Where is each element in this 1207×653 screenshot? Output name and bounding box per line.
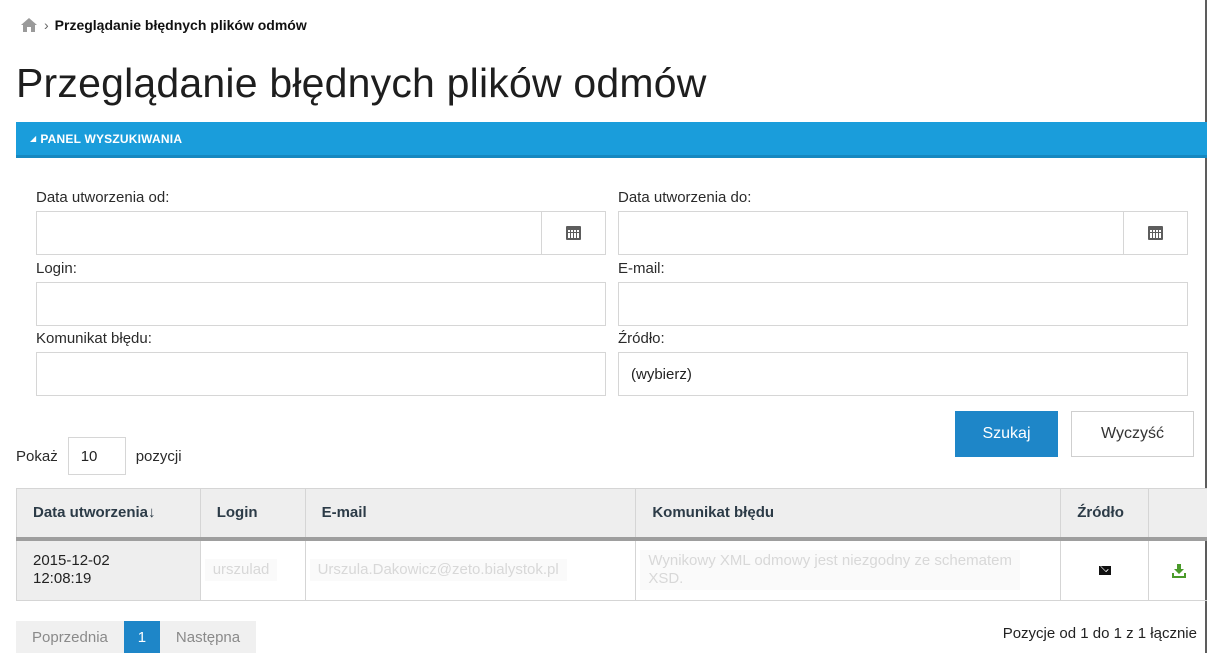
- cell-email: Urszula.Dakowicz@zeto.bialystok.pl: [304, 538, 637, 601]
- date-from-input[interactable]: [36, 211, 606, 255]
- source-select[interactable]: (wybierz): [618, 352, 1188, 396]
- column-header-login[interactable]: Login: [199, 488, 306, 541]
- page-size-suffix: pozycji: [135, 447, 182, 465]
- cell-login-value: urszulad: [204, 559, 278, 582]
- cell-login: urszulad: [199, 538, 306, 601]
- page-1-button[interactable]: 1: [123, 621, 160, 653]
- download-icon[interactable]: [1171, 563, 1187, 579]
- cell-source: [1060, 538, 1150, 601]
- calendar-icon: [1148, 226, 1163, 240]
- page-size-input[interactable]: 10: [67, 437, 126, 475]
- error-message-input[interactable]: [36, 352, 606, 396]
- date-to-label: Data utworzenia do:: [618, 189, 752, 206]
- column-header-source[interactable]: Źródło: [1060, 488, 1150, 541]
- email-label: E-mail:: [618, 260, 665, 277]
- search-button[interactable]: Szukaj: [955, 411, 1058, 457]
- cell-action: [1148, 538, 1207, 601]
- page-title: Przeglądanie błędnych plików odmów: [16, 60, 707, 106]
- page-size-prefix: Pokaż: [16, 447, 58, 465]
- column-header-date[interactable]: Data utworzenia↓: [16, 488, 201, 541]
- error-message-label: Komunikat błędu:: [36, 330, 152, 347]
- source-label: Źródło:: [618, 330, 665, 347]
- source-select-value: (wybierz): [631, 365, 692, 383]
- cell-error: Wynikowy XML odmowy jest niezgodny ze sc…: [635, 538, 1062, 601]
- chevron-right-icon: ›: [44, 17, 49, 33]
- pagination-info: Pozycje od 1 do 1 z 1 łącznie: [1002, 625, 1197, 642]
- breadcrumb-current: Przeglądanie błędnych plików odmów: [54, 17, 307, 33]
- date-from-label: Data utworzenia od:: [36, 189, 170, 206]
- login-input[interactable]: [36, 282, 606, 326]
- breadcrumb: › Przeglądanie błędnych plików odmów: [20, 14, 307, 36]
- mail-icon: [1098, 566, 1111, 576]
- calendar-icon: [566, 226, 581, 240]
- results-table: Data utworzenia↓ Login E-mail Komunikat …: [16, 488, 1207, 601]
- table-row[interactable]: 2015-12-02 12:08:19 urszulad Urszula.Dak…: [16, 538, 1207, 601]
- clear-button[interactable]: Wyczyść: [1071, 411, 1194, 457]
- table-header-row: Data utworzenia↓ Login E-mail Komunikat …: [16, 488, 1207, 541]
- prev-page-button[interactable]: Poprzednia: [16, 621, 124, 653]
- cell-date-day: 2015-12-02: [33, 552, 110, 570]
- date-to-input[interactable]: [618, 211, 1188, 255]
- date-from-calendar-button[interactable]: [541, 212, 605, 254]
- cell-date: 2015-12-02 12:08:19: [16, 538, 201, 601]
- page-size-control: Pokaż 10 pozycji: [16, 437, 182, 475]
- column-header-error[interactable]: Komunikat błędu: [635, 488, 1062, 541]
- email-input[interactable]: [618, 282, 1188, 326]
- date-to-calendar-button[interactable]: [1123, 212, 1187, 254]
- page-size-value: 10: [80, 447, 98, 465]
- cell-email-value: Urszula.Dakowicz@zeto.bialystok.pl: [309, 559, 567, 582]
- login-label: Login:: [36, 260, 77, 277]
- column-header-email[interactable]: E-mail: [304, 488, 637, 541]
- next-page-button[interactable]: Następna: [159, 621, 257, 653]
- panel-title: PANEL WYSZUKIWANIA: [40, 131, 183, 146]
- collapse-triangle-icon: ◢: [30, 134, 37, 143]
- search-panel-toggle[interactable]: ◢ PANEL WYSZUKIWANIA: [16, 122, 1207, 158]
- column-header-actions: [1148, 488, 1207, 541]
- cell-date-time: 12:08:19: [33, 570, 92, 588]
- pagination: Poprzednia 1 Następna: [16, 621, 257, 653]
- home-icon[interactable]: [20, 17, 38, 33]
- cell-error-value: Wynikowy XML odmowy jest niezgodny ze sc…: [640, 550, 1021, 591]
